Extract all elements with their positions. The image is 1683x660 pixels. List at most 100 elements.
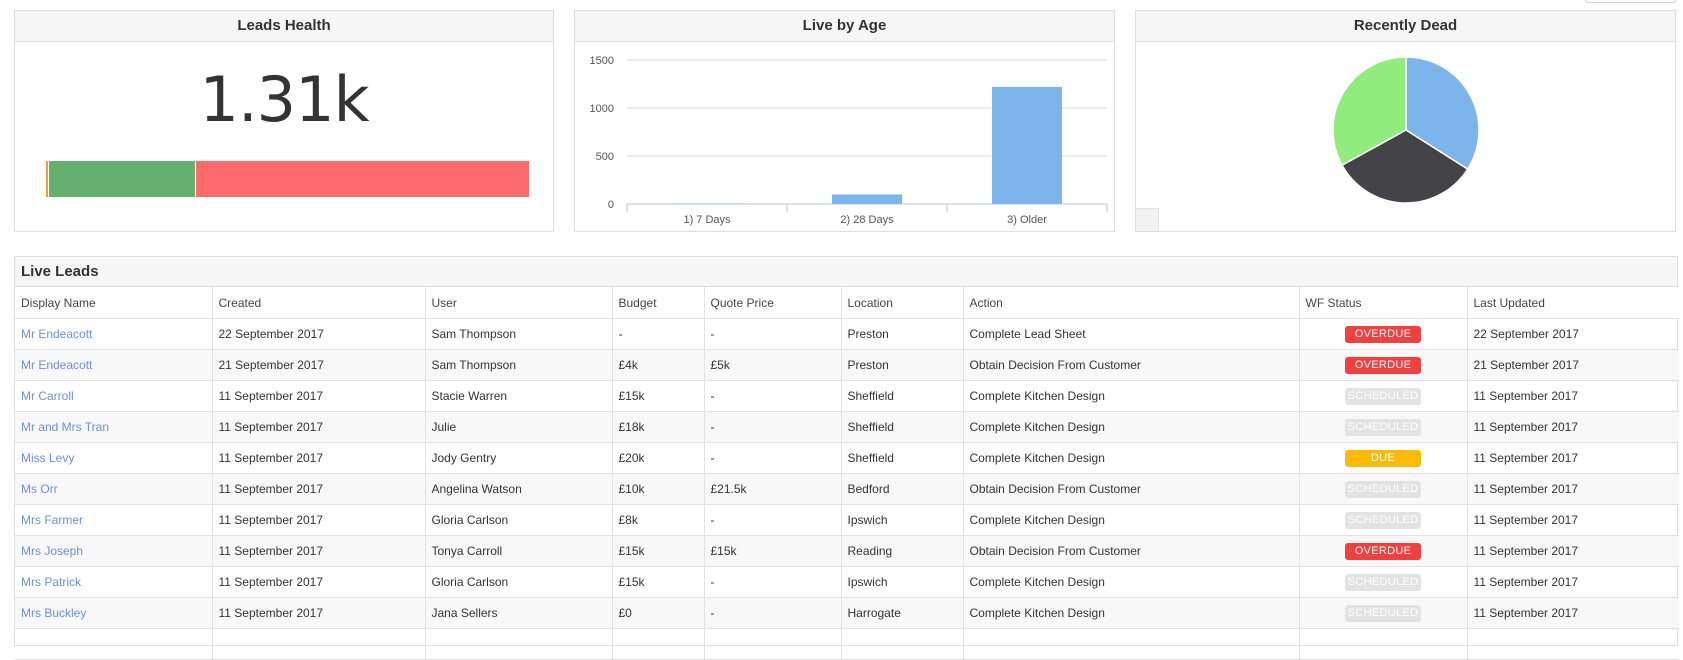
location-cell: Preston xyxy=(841,350,963,381)
table-row[interactable]: Ms Orr11 September 2017Angelina Watson£1… xyxy=(15,474,1679,505)
lead-name-link[interactable]: Mrs Joseph xyxy=(21,544,83,558)
created-cell xyxy=(212,629,425,660)
status-badge: SCHEDULED xyxy=(1345,512,1421,529)
budget-cell: £0 xyxy=(612,598,704,629)
lead-name-link[interactable]: Miss Levy xyxy=(21,451,74,465)
action-cell: Complete Kitchen Design xyxy=(963,567,1299,598)
wf-status-cell xyxy=(1299,629,1467,660)
table-row[interactable]: Mrs Buckley11 September 2017Jana Sellers… xyxy=(15,598,1679,629)
wf-status-cell: SCHEDULED xyxy=(1299,567,1467,598)
live-leads-table: Display NameCreatedUserBudgetQuote Price… xyxy=(15,287,1679,660)
action-cell: Complete Lead Sheet xyxy=(963,319,1299,350)
display-name-cell: Mrs Joseph xyxy=(15,536,212,567)
action-cell: Obtain Decision From Customer xyxy=(963,350,1299,381)
quote-price-cell: - xyxy=(704,598,841,629)
budget-cell: £20k xyxy=(612,443,704,474)
last-updated-cell: 11 September 2017 xyxy=(1467,567,1679,598)
column-header-created[interactable]: Created xyxy=(212,287,425,319)
user-cell: Julie xyxy=(425,412,612,443)
lead-name-link[interactable]: Mrs Farmer xyxy=(21,513,83,527)
status-badge: SCHEDULED xyxy=(1345,388,1421,405)
bar xyxy=(832,194,902,204)
status-badge: DUE xyxy=(1345,450,1421,467)
panel-resize-handle[interactable] xyxy=(1136,208,1159,231)
location-cell: Ipswich xyxy=(841,505,963,536)
column-header-location[interactable]: Location xyxy=(841,287,963,319)
location-cell: Sheffield xyxy=(841,381,963,412)
wf-status-cell: OVERDUE xyxy=(1299,536,1467,567)
lead-name-link[interactable]: Mr Endeacott xyxy=(21,327,92,341)
last-updated-cell: 11 September 2017 xyxy=(1467,505,1679,536)
status-badge: SCHEDULED xyxy=(1345,574,1421,591)
table-row[interactable]: Mr Endeacott21 September 2017Sam Thompso… xyxy=(15,350,1679,381)
wf-status-cell: SCHEDULED xyxy=(1299,381,1467,412)
y-tick-label: 1000 xyxy=(590,103,614,115)
display-name-cell: Mr Endeacott xyxy=(15,319,212,350)
action-cell: Complete Kitchen Design xyxy=(963,598,1299,629)
column-header-last-updated[interactable]: Last Updated xyxy=(1467,287,1679,319)
table-row[interactable]: Mrs Farmer11 September 2017Gloria Carlso… xyxy=(15,505,1679,536)
top-right-button[interactable] xyxy=(1585,0,1676,3)
table-row[interactable]: Mrs Joseph11 September 2017Tonya Carroll… xyxy=(15,536,1679,567)
column-header-budget[interactable]: Budget xyxy=(612,287,704,319)
column-header-wf-status[interactable]: WF Status xyxy=(1299,287,1467,319)
user-cell: Stacie Warren xyxy=(425,381,612,412)
created-cell: 11 September 2017 xyxy=(212,412,425,443)
leads-health-bar xyxy=(46,161,529,197)
quote-price-cell: - xyxy=(704,567,841,598)
health-segment-2 xyxy=(48,161,195,197)
budget-cell xyxy=(612,629,704,660)
lead-name-link[interactable]: Mr Endeacott xyxy=(21,358,92,372)
display-name-cell: Mrs Patrick xyxy=(15,567,212,598)
column-header-action[interactable]: Action xyxy=(963,287,1299,319)
table-row[interactable] xyxy=(15,629,1679,660)
budget-cell: £18k xyxy=(612,412,704,443)
display-name-cell: Mrs Farmer xyxy=(15,505,212,536)
lead-name-link[interactable]: Ms Orr xyxy=(21,482,58,496)
status-badge: OVERDUE xyxy=(1345,357,1421,374)
lead-name-link[interactable]: Mrs Buckley xyxy=(21,606,86,620)
display-name-cell: Mr and Mrs Tran xyxy=(15,412,212,443)
table-row[interactable]: Mr and Mrs Tran 11 September 2017Julie£18… xyxy=(15,412,1679,443)
display-name-cell: Ms Orr xyxy=(15,474,212,505)
live-by-age-chart: 0500100015001) 7 Days2) 28 Days3) Older xyxy=(575,42,1114,231)
display-name-cell: Mr Carroll xyxy=(15,381,212,412)
live-by-age-title: Live by Age xyxy=(575,11,1114,42)
status-badge: SCHEDULED xyxy=(1345,605,1421,622)
created-cell: 11 September 2017 xyxy=(212,474,425,505)
lead-name-link[interactable]: Mr and Mrs Tran xyxy=(21,420,109,434)
created-cell: 11 September 2017 xyxy=(212,505,425,536)
table-row[interactable]: Mr Endeacott22 September 2017Sam Thompso… xyxy=(15,319,1679,350)
table-row[interactable]: Mr Carroll11 September 2017Stacie Warren… xyxy=(15,381,1679,412)
wf-status-cell: OVERDUE xyxy=(1299,350,1467,381)
table-row[interactable]: Miss Levy11 September 2017Jody Gentry£20… xyxy=(15,443,1679,474)
created-cell: 22 September 2017 xyxy=(212,319,425,350)
last-updated-cell: 22 September 2017 xyxy=(1467,319,1679,350)
user-cell: Tonya Carroll xyxy=(425,536,612,567)
table-row[interactable]: Mrs Patrick 11 September 2017 Gloria Carls… xyxy=(15,567,1679,598)
quote-price-cell: - xyxy=(704,381,841,412)
user-cell: Sam Thompson xyxy=(425,350,612,381)
location-cell: Reading xyxy=(841,536,963,567)
x-tick-label: 1) 7 Days xyxy=(683,214,731,226)
wf-status-cell: DUE xyxy=(1299,443,1467,474)
column-header-display-name[interactable]: Display Name xyxy=(15,287,212,319)
wf-status-cell: SCHEDULED xyxy=(1299,474,1467,505)
status-badge: SCHEDULED xyxy=(1345,419,1421,436)
wf-status-cell: SCHEDULED xyxy=(1299,505,1467,536)
lead-name-link[interactable]: Mr Carroll xyxy=(21,389,74,403)
y-tick-label: 0 xyxy=(608,199,614,211)
last-updated-cell: 11 September 2017 xyxy=(1467,381,1679,412)
budget-cell: £15k xyxy=(612,381,704,412)
created-cell: 11 September 2017 xyxy=(212,443,425,474)
column-header-quote-price[interactable]: Quote Price xyxy=(704,287,841,319)
action-cell: Obtain Decision From Customer xyxy=(963,536,1299,567)
lead-name-link[interactable]: Mrs Patrick xyxy=(21,575,81,589)
leads-health-panel: Leads Health 1.31k xyxy=(14,10,554,232)
recently-dead-pie xyxy=(1136,42,1675,231)
created-cell: 11 September 2017 xyxy=(212,381,425,412)
action-cell: Complete Kitchen Design xyxy=(963,505,1299,536)
column-header-user[interactable]: User xyxy=(425,287,612,319)
user-cell: Gloria Carlson xyxy=(425,567,612,598)
user-cell: Gloria Carlson xyxy=(425,505,612,536)
